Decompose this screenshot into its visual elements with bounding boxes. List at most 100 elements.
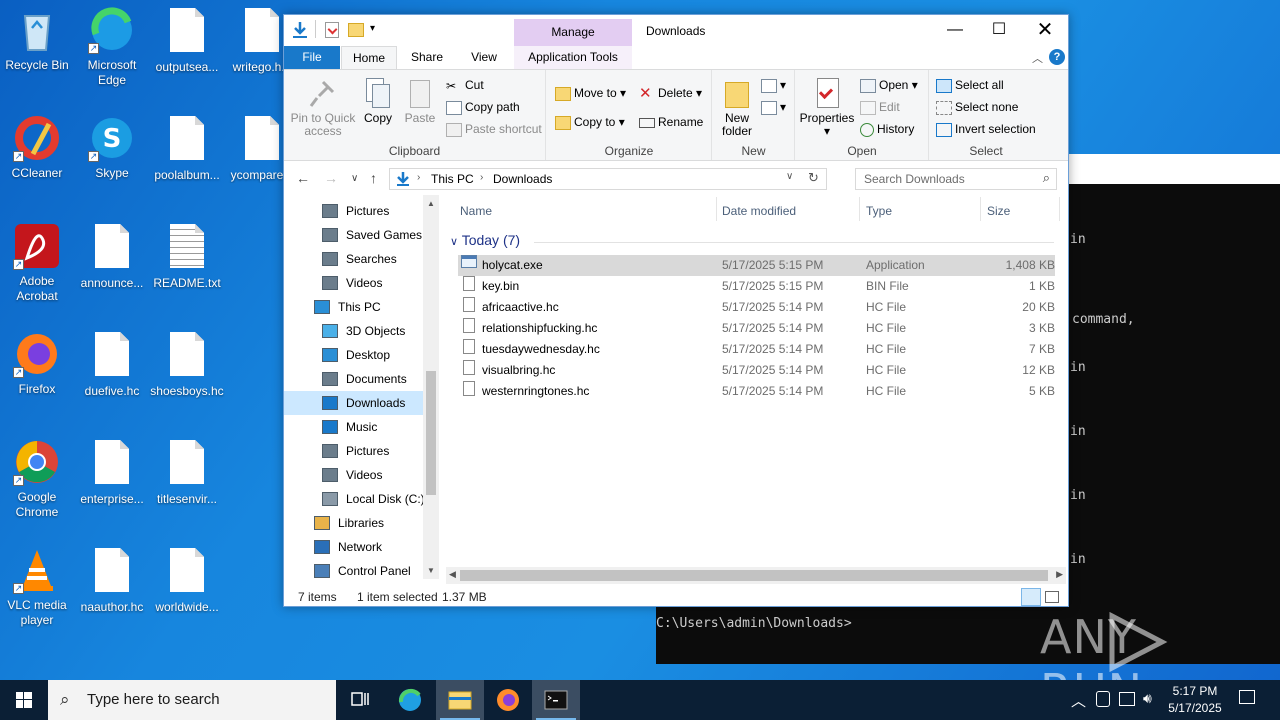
open-button[interactable]: Open ▾ bbox=[860, 78, 918, 93]
desktop-icon[interactable]: ↗ VLC media player bbox=[0, 546, 75, 628]
network-icon[interactable] bbox=[1119, 692, 1135, 706]
title-bar[interactable]: ▾ Manage Downloads — ☐ ✕ bbox=[284, 15, 1068, 46]
file-row[interactable]: visualbring.hc 5/17/2025 5:14 PM HC File 12… bbox=[458, 360, 1055, 381]
file-explorer-window[interactable]: ▾ Manage Downloads — ☐ ✕ File Home Share… bbox=[283, 14, 1069, 607]
help-icon[interactable]: ? bbox=[1049, 49, 1065, 65]
recent-locations-icon[interactable]: ∨ bbox=[351, 173, 358, 184]
new-folder-button[interactable]: New folder bbox=[717, 76, 757, 138]
tab-file[interactable]: File bbox=[284, 46, 340, 69]
cmd-prompt[interactable]: C:\Users\admin\Downloads> bbox=[656, 616, 852, 631]
desktop-icon[interactable]: enterprise... bbox=[74, 438, 150, 507]
file-row[interactable]: key.bin 5/17/2025 5:15 PM BIN File 1 KB bbox=[458, 276, 1055, 297]
column-name[interactable]: Name bbox=[460, 204, 492, 218]
desktop-icon[interactable]: worldwide... bbox=[149, 546, 225, 615]
file-row[interactable]: westernringtones.hc 5/17/2025 5:14 PM HC F… bbox=[458, 381, 1055, 402]
group-header-today[interactable]: ∨ Today (7) bbox=[450, 232, 520, 248]
column-date-modified[interactable]: Date modified bbox=[722, 204, 796, 218]
tab-share[interactable]: Share bbox=[402, 46, 452, 69]
nav-item[interactable]: Music bbox=[284, 415, 423, 439]
cmd-window-titlebar[interactable] bbox=[1069, 154, 1280, 184]
nav-item[interactable]: Local Disk (C:) bbox=[284, 487, 425, 511]
cut-button[interactable]: ✂ Cut bbox=[446, 78, 484, 93]
maximize-button[interactable]: ☐ bbox=[976, 15, 1022, 45]
nav-item[interactable]: Saved Games bbox=[284, 223, 423, 247]
task-view-button[interactable] bbox=[336, 680, 384, 720]
show-hidden-icons-icon[interactable]: ︿ bbox=[1071, 690, 1086, 711]
horizontal-scrollbar[interactable]: ◀ ▶ bbox=[446, 567, 1066, 584]
select-all-button[interactable]: Select all bbox=[936, 78, 1004, 93]
new-item-button[interactable]: ▾ bbox=[761, 78, 786, 93]
search-input[interactable]: Search Downloads ⌕ bbox=[855, 168, 1057, 190]
easy-access-button[interactable]: ▾ bbox=[761, 100, 786, 115]
nav-item[interactable]: Downloads bbox=[284, 391, 423, 415]
desktop-icon[interactable]: ↗ Adobe Acrobat bbox=[0, 222, 75, 304]
desktop-icon[interactable]: ↗ Microsoft Edge bbox=[74, 6, 150, 88]
file-row[interactable]: africaactive.hc 5/17/2025 5:14 PM HC File 2… bbox=[458, 297, 1055, 318]
collapse-ribbon-icon[interactable]: ︿ bbox=[1032, 50, 1043, 66]
notifications-icon[interactable] bbox=[1239, 690, 1255, 704]
pin-to-quick-access-button[interactable]: Pin to Quick access bbox=[290, 76, 356, 138]
file-row[interactable]: relationshipfucking.hc 5/17/2025 5:14 PM H… bbox=[458, 318, 1055, 339]
nav-item[interactable]: Pictures bbox=[284, 199, 423, 223]
copy-path-button[interactable]: Copy path bbox=[446, 100, 520, 115]
nav-item[interactable]: Videos bbox=[284, 463, 423, 487]
desktop-icon[interactable]: ↗ CCleaner bbox=[0, 114, 75, 181]
nav-item[interactable]: Network bbox=[284, 535, 423, 559]
nav-item[interactable]: Libraries bbox=[284, 511, 423, 535]
new-folder-quick-icon[interactable] bbox=[348, 23, 364, 37]
taskbar-cmd[interactable] bbox=[532, 680, 580, 720]
desktop-icon[interactable]: ↗ Google Chrome bbox=[0, 438, 75, 520]
manage-context-tab[interactable]: Manage bbox=[514, 19, 632, 46]
desktop-icon[interactable]: titlesenvir... bbox=[149, 438, 225, 507]
properties-quick-icon[interactable] bbox=[325, 22, 339, 38]
column-type[interactable]: Type bbox=[866, 204, 892, 218]
history-button[interactable]: History bbox=[860, 122, 914, 137]
nav-scrollbar[interactable]: ▲ ▼ bbox=[423, 195, 439, 579]
desktop-icon[interactable]: duefive.hc bbox=[74, 330, 150, 399]
tab-view[interactable]: View bbox=[458, 46, 510, 69]
forward-arrow-icon[interactable]: → bbox=[324, 170, 338, 186]
nav-item[interactable]: Searches bbox=[284, 247, 423, 271]
refresh-icon[interactable]: ↻ bbox=[808, 170, 819, 186]
desktop-icon[interactable]: naauthor.hc bbox=[74, 546, 150, 615]
nav-scroll-thumb[interactable] bbox=[426, 371, 436, 495]
customize-quick-access-icon[interactable]: ▾ bbox=[370, 23, 375, 34]
move-to-button[interactable]: Move to ▾ bbox=[555, 86, 626, 101]
rename-button[interactable]: Rename bbox=[639, 115, 703, 129]
nav-item[interactable]: 3D Objects bbox=[284, 319, 423, 343]
desktop-icon[interactable]: ↗ Firefox bbox=[0, 330, 75, 397]
address-box[interactable]: › This PC › Downloads ∨ ↻ bbox=[389, 168, 827, 190]
column-size[interactable]: Size bbox=[987, 204, 1010, 218]
minimize-button[interactable]: — bbox=[932, 15, 978, 45]
nav-item[interactable]: Pictures bbox=[284, 439, 423, 463]
volume-icon[interactable]: 🔊︎ bbox=[1143, 690, 1152, 707]
back-arrow-icon[interactable]: ← bbox=[296, 170, 310, 186]
start-button[interactable] bbox=[0, 680, 48, 720]
close-button[interactable]: ✕ bbox=[1022, 15, 1068, 45]
tab-home[interactable]: Home bbox=[341, 46, 397, 69]
desktop-icon[interactable]: outputsea... bbox=[149, 6, 225, 75]
select-none-button[interactable]: Select none bbox=[936, 100, 1018, 115]
clock[interactable]: 5:17 PM 5/17/2025 bbox=[1160, 683, 1230, 717]
invert-selection-button[interactable]: Invert selection bbox=[936, 122, 1036, 137]
nav-item[interactable]: Videos bbox=[284, 271, 423, 295]
details-view-icon[interactable] bbox=[1021, 588, 1041, 606]
taskbar-search-box[interactable]: ⌕ Type here to search bbox=[48, 680, 336, 720]
copy-to-button[interactable]: Copy to ▾ bbox=[555, 115, 625, 130]
desktop-icon[interactable]: announce... bbox=[74, 222, 150, 291]
copy-button[interactable]: Copy bbox=[358, 76, 398, 125]
up-arrow-icon[interactable]: ↑ bbox=[370, 170, 377, 186]
breadcrumb-this-pc[interactable]: This PC bbox=[431, 172, 474, 186]
desktop-icon[interactable]: README.txt bbox=[149, 222, 225, 291]
file-row[interactable]: tuesdaywednesday.hc 5/17/2025 5:14 PM HC F… bbox=[458, 339, 1055, 360]
nav-item[interactable]: Control Panel bbox=[284, 559, 423, 583]
horizontal-scroll-thumb[interactable] bbox=[460, 570, 1048, 581]
nav-item[interactable]: Documents bbox=[284, 367, 423, 391]
taskbar-edge[interactable] bbox=[386, 680, 434, 720]
file-row[interactable]: holycat.exe 5/17/2025 5:15 PM Application 1… bbox=[458, 255, 1055, 276]
desktop-icon[interactable]: poolalbum... bbox=[149, 114, 225, 183]
edit-button[interactable]: Edit bbox=[860, 100, 900, 115]
paste-button[interactable]: Paste bbox=[400, 76, 440, 125]
large-icons-view-icon[interactable] bbox=[1045, 591, 1059, 603]
paste-shortcut-button[interactable]: Paste shortcut bbox=[446, 122, 542, 137]
